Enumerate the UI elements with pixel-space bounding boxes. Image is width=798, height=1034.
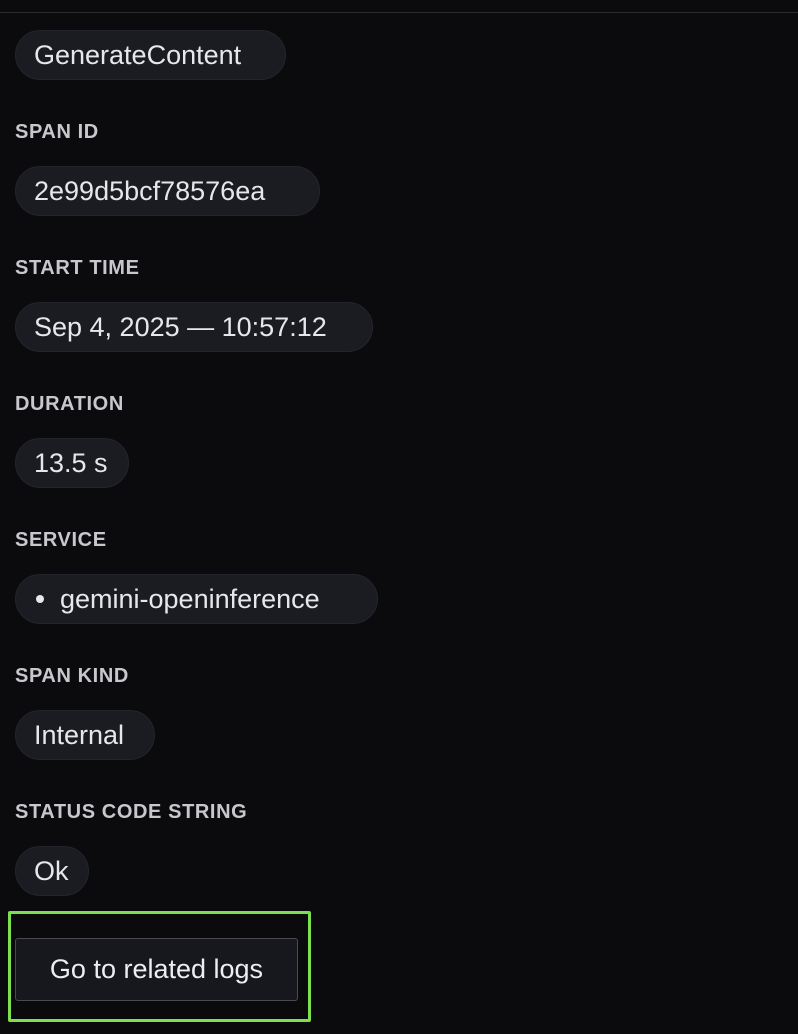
status-code-pill: Ok [15,846,89,896]
span-name-pill: GenerateContent [15,30,286,80]
start-time-label: START TIME [15,257,140,279]
start-time-pill: Sep 4, 2025 — 10:57:12 [15,302,373,352]
span-kind-label: SPAN KIND [15,665,129,687]
start-time-value: Sep 4, 2025 — 10:57:12 [34,312,327,342]
span-kind-value: Internal [34,720,125,750]
service-dot-icon [36,595,44,603]
service-pill: gemini-openinference [15,574,378,624]
service-label: SERVICE [15,529,107,551]
span-kind-pill: Internal [15,710,155,760]
status-code-value: Ok [34,856,69,886]
span-id-pill: 2e99d5bcf78576ea [15,166,320,216]
span-details-panel: GenerateContent SPAN ID 2e99d5bcf78576ea… [0,0,798,1034]
duration-pill: 13.5 s [15,438,129,488]
status-code-label: STATUS CODE STRING [15,801,248,823]
service-value: gemini-openinference [60,584,320,614]
span-name-value: GenerateContent [34,40,242,70]
duration-label: DURATION [15,393,124,415]
span-id-value: 2e99d5bcf78576ea [34,176,266,206]
duration-value: 13.5 s [34,448,108,478]
span-id-label: SPAN ID [15,121,99,143]
go-to-related-logs-button[interactable]: Go to related logs [15,938,298,1001]
top-divider [0,12,798,13]
